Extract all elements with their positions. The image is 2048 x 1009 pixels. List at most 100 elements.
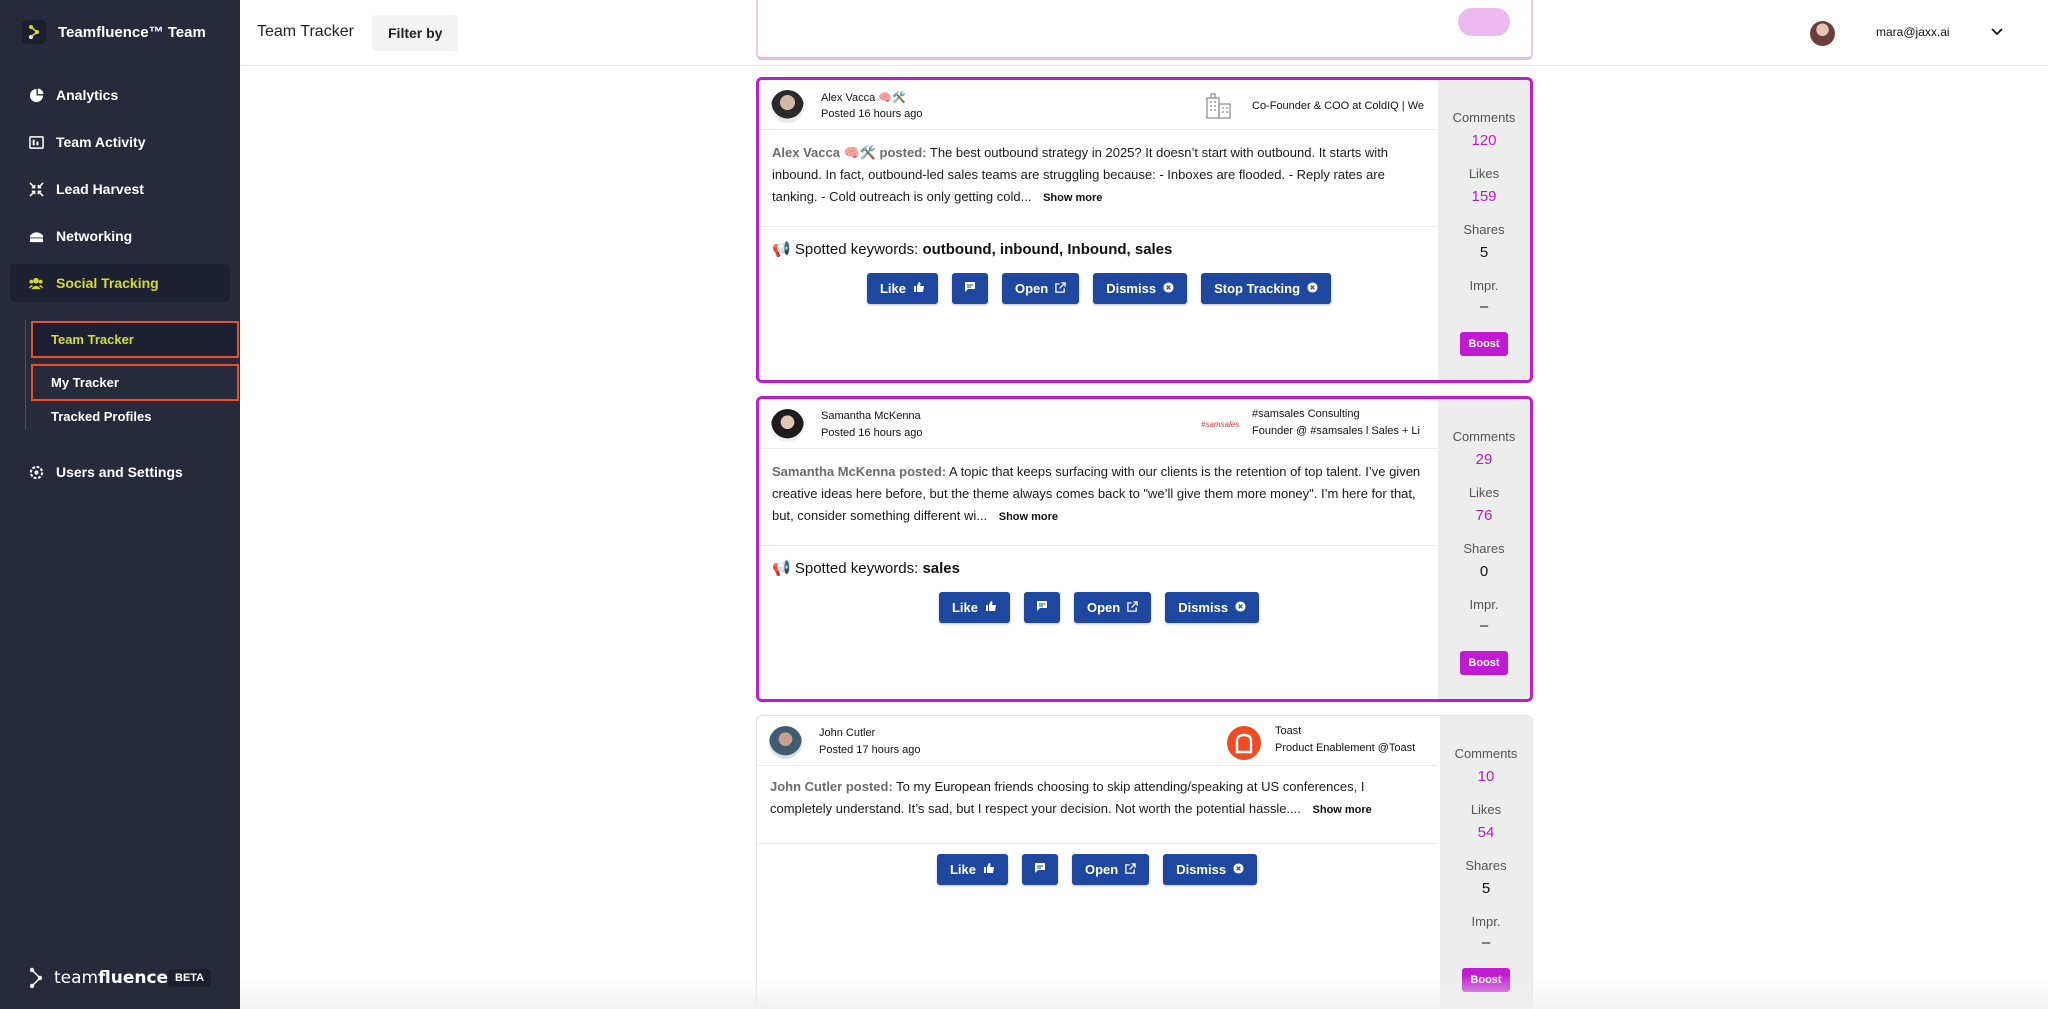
boost-button[interactable]: Boost — [1460, 332, 1508, 356]
company-name: #samsales Consulting — [1252, 408, 1360, 420]
author-avatar[interactable] — [771, 409, 804, 442]
post-actions: Like Open Dismiss Stop Tracking — [759, 273, 1439, 304]
thumbs-up-icon — [985, 600, 997, 615]
toast-logo-icon — [1227, 726, 1261, 760]
sidebar-subitem-tracked-profiles[interactable]: Tracked Profiles — [33, 400, 237, 433]
divider — [757, 843, 1437, 844]
company-name: Toast — [1275, 725, 1302, 737]
sidebar-item-label: Analytics — [56, 87, 119, 103]
post-header: John Cutler Posted 17 hours ago Toast Pr… — [757, 716, 1437, 766]
author-name[interactable]: Samantha McKenna — [821, 410, 921, 422]
spotted-keywords: 📢 Spotted keywords: outbound, inbound, I… — [772, 241, 1173, 258]
show-more-link[interactable]: Show more — [999, 511, 1058, 523]
stop-tracking-button[interactable]: Stop Tracking — [1201, 273, 1332, 304]
comments-count[interactable]: 10 — [1440, 768, 1532, 785]
svg-text:#samsales: #samsales — [1201, 420, 1239, 429]
sidebar-item-label: Team Activity — [56, 134, 146, 150]
comment-icon — [1036, 600, 1048, 615]
user-avatar[interactable] — [1810, 21, 1835, 46]
author-headline: Founder @ #samsales l Sales + Li — [1252, 425, 1420, 437]
dismiss-button[interactable]: Dismiss — [1093, 273, 1188, 304]
footer-logo: teamfluence™ — [28, 967, 176, 989]
divider — [759, 226, 1439, 227]
user-email[interactable]: mara@jaxx.ai — [1876, 25, 1950, 39]
show-more-link[interactable]: Show more — [1043, 192, 1102, 204]
impressions-label: Impr. — [1469, 597, 1499, 612]
comments-count[interactable]: 120 — [1438, 132, 1530, 149]
boost-button[interactable]: Boost — [1462, 968, 1510, 992]
author-name[interactable]: Alex Vacca 🧠🛠️ — [821, 91, 906, 104]
teamfluence-mark-icon — [29, 967, 43, 989]
like-button[interactable]: Like — [936, 854, 1008, 885]
post-author-label: John Cutler posted: — [770, 779, 893, 794]
sidebar-item-team-activity[interactable]: Team Activity — [10, 123, 230, 161]
impressions-label: Impr. — [1469, 278, 1499, 293]
open-button[interactable]: Open — [1001, 273, 1080, 304]
post-card: Alex Vacca 🧠🛠️ Posted 16 hours ago Co-Fo… — [756, 77, 1533, 383]
sidebar-item-users-and-settings[interactable]: Users and Settings — [10, 453, 230, 491]
sidebar-item-label: Social Tracking — [56, 275, 159, 291]
post-text: Samantha McKenna posted: A topic that ke… — [772, 461, 1427, 528]
sidebar-item-analytics[interactable]: Analytics — [10, 76, 230, 114]
previous-boost-button[interactable] — [1458, 8, 1510, 36]
thumbs-up-icon — [913, 281, 925, 296]
post-stats: Comments 10 Likes 54 Shares 5 Impr. – Bo… — [1440, 716, 1532, 1008]
comment-icon — [964, 281, 976, 296]
shares-label: Shares — [1463, 541, 1505, 556]
likes-count[interactable]: 54 — [1440, 824, 1532, 841]
teamfluence-logo-icon — [22, 20, 46, 44]
brand[interactable]: Teamfluence™ Team — [22, 20, 206, 44]
previous-post-card — [756, 0, 1533, 60]
boost-button[interactable]: Boost — [1460, 651, 1508, 675]
sidebar-subitem-my-tracker[interactable]: My Tracker — [31, 364, 239, 401]
likes-count[interactable]: 159 — [1438, 188, 1530, 205]
keywords-list: outbound, inbound, Inbound, sales — [922, 241, 1173, 258]
likes-label: Likes — [1468, 166, 1500, 181]
open-button[interactable]: Open — [1073, 592, 1152, 623]
comments-label: Comments — [1454, 746, 1518, 761]
gear-icon — [28, 464, 44, 480]
sidebar-item-label: Users and Settings — [56, 464, 183, 480]
beta-badge: BETA — [168, 969, 212, 987]
post-card: John Cutler Posted 17 hours ago Toast Pr… — [756, 715, 1533, 1009]
comments-count[interactable]: 29 — [1438, 451, 1530, 468]
brand-name: Teamfluence™ Team — [58, 23, 206, 41]
like-button[interactable]: Like — [866, 273, 938, 304]
post-content: Alex Vacca 🧠🛠️ Posted 16 hours ago Co-Fo… — [759, 80, 1439, 380]
sidebar-item-lead-harvest[interactable]: Lead Harvest — [10, 170, 230, 208]
close-circle-icon — [1307, 281, 1318, 296]
sidebar-item-networking[interactable]: Networking — [10, 217, 230, 255]
likes-count[interactable]: 76 — [1438, 507, 1530, 524]
close-circle-icon — [1233, 862, 1244, 877]
sidebar-subitem-team-tracker[interactable]: Team Tracker — [31, 321, 239, 358]
pie-chart-icon — [28, 87, 44, 103]
like-button[interactable]: Like — [938, 592, 1010, 623]
post-card: Samantha McKenna Posted 16 hours ago #sa… — [756, 396, 1533, 702]
comment-button[interactable] — [1021, 854, 1058, 885]
comment-button[interactable] — [1023, 592, 1060, 623]
post-actions: Like Open Dismiss — [757, 854, 1437, 885]
post-time: Posted 16 hours ago — [821, 108, 923, 120]
shares-label: Shares — [1463, 222, 1505, 237]
sidebar-item-social-tracking[interactable]: Social Tracking — [10, 264, 230, 302]
author-avatar[interactable] — [769, 726, 802, 759]
spotted-keywords: 📢 Spotted keywords: sales — [772, 560, 960, 577]
comment-button[interactable] — [951, 273, 988, 304]
author-headline: Co-Founder & COO at ColdIQ | We — [1252, 100, 1424, 112]
filter-by-button[interactable]: Filter by — [372, 15, 459, 51]
author-name[interactable]: John Cutler — [819, 727, 875, 739]
post-text: John Cutler posted: To my European frien… — [770, 776, 1425, 821]
post-time: Posted 17 hours ago — [819, 744, 921, 756]
show-more-link[interactable]: Show more — [1313, 804, 1372, 816]
page-title: Team Tracker — [257, 23, 354, 40]
dismiss-button[interactable]: Dismiss — [1163, 854, 1258, 885]
sidebar-item-label: Lead Harvest — [56, 181, 144, 197]
author-headline: Product Enablement @Toast — [1275, 742, 1416, 754]
chevron-down-icon[interactable] — [1990, 24, 2004, 43]
close-circle-icon — [1163, 281, 1174, 296]
author-avatar[interactable] — [771, 90, 804, 123]
post-stats: Comments 120 Likes 159 Shares 5 Impr. – … — [1438, 80, 1530, 380]
megaphone-icon: 📢 — [772, 560, 791, 577]
dismiss-button[interactable]: Dismiss — [1165, 592, 1260, 623]
open-button[interactable]: Open — [1071, 854, 1150, 885]
